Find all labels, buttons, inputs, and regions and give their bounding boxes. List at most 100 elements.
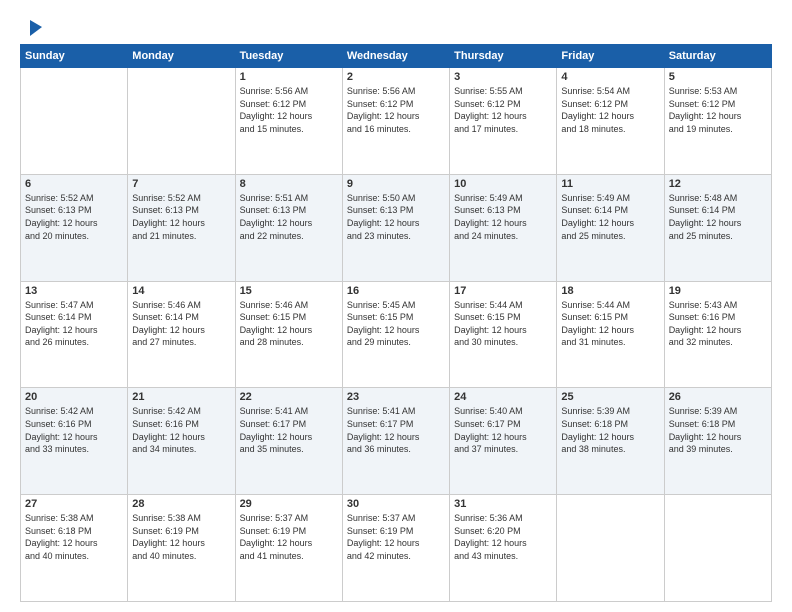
col-header-sunday: Sunday xyxy=(21,45,128,68)
calendar-cell xyxy=(128,68,235,175)
day-number: 3 xyxy=(454,71,552,83)
day-info: Sunrise: 5:48 AM Sunset: 6:14 PM Dayligh… xyxy=(669,192,767,242)
day-number: 25 xyxy=(561,391,659,403)
calendar-cell: 5 Sunrise: 5:53 AM Sunset: 6:12 PM Daylig… xyxy=(664,68,771,175)
day-info: Sunrise: 5:44 AM Sunset: 6:15 PM Dayligh… xyxy=(561,299,659,349)
day-info: Sunrise: 5:56 AM Sunset: 6:12 PM Dayligh… xyxy=(240,85,338,135)
calendar-cell: 4 Sunrise: 5:54 AM Sunset: 6:12 PM Daylig… xyxy=(557,68,664,175)
calendar-cell: 25 Sunrise: 5:39 AM Sunset: 6:18 PM Dayli… xyxy=(557,388,664,495)
calendar-cell: 12 Sunrise: 5:48 AM Sunset: 6:14 PM Dayli… xyxy=(664,174,771,281)
day-number: 28 xyxy=(132,498,230,510)
calendar-cell: 22 Sunrise: 5:41 AM Sunset: 6:17 PM Dayli… xyxy=(235,388,342,495)
day-number: 21 xyxy=(132,391,230,403)
day-info: Sunrise: 5:38 AM Sunset: 6:18 PM Dayligh… xyxy=(25,512,123,562)
day-number: 26 xyxy=(669,391,767,403)
calendar-cell: 10 Sunrise: 5:49 AM Sunset: 6:13 PM Dayli… xyxy=(450,174,557,281)
calendar-cell xyxy=(21,68,128,175)
day-number: 8 xyxy=(240,178,338,190)
calendar-cell: 26Sunrise: 5:39 AM Sunset: 6:18 PM Dayli… xyxy=(664,388,771,495)
day-info: Sunrise: 5:41 AM Sunset: 6:17 PM Dayligh… xyxy=(347,405,445,455)
calendar-cell: 28 Sunrise: 5:38 AM Sunset: 6:19 PM Dayli… xyxy=(128,495,235,602)
day-info: Sunrise: 5:53 AM Sunset: 6:12 PM Dayligh… xyxy=(669,85,767,135)
day-number: 11 xyxy=(561,178,659,190)
day-info: Sunrise: 5:56 AM Sunset: 6:12 PM Dayligh… xyxy=(347,85,445,135)
day-info: Sunrise: 5:49 AM Sunset: 6:13 PM Dayligh… xyxy=(454,192,552,242)
calendar-week-1: 1 Sunrise: 5:56 AM Sunset: 6:12 PM Daylig… xyxy=(21,68,772,175)
day-info: Sunrise: 5:46 AM Sunset: 6:15 PM Dayligh… xyxy=(240,299,338,349)
day-number: 23 xyxy=(347,391,445,403)
day-info: Sunrise: 5:52 AM Sunset: 6:13 PM Dayligh… xyxy=(25,192,123,242)
calendar-cell: 1 Sunrise: 5:56 AM Sunset: 6:12 PM Daylig… xyxy=(235,68,342,175)
day-number: 16 xyxy=(347,285,445,297)
calendar-cell xyxy=(557,495,664,602)
day-info: Sunrise: 5:46 AM Sunset: 6:14 PM Dayligh… xyxy=(132,299,230,349)
day-info: Sunrise: 5:37 AM Sunset: 6:19 PM Dayligh… xyxy=(240,512,338,562)
calendar-cell: 21 Sunrise: 5:42 AM Sunset: 6:16 PM Dayli… xyxy=(128,388,235,495)
calendar-cell: 18 Sunrise: 5:44 AM Sunset: 6:15 PM Dayli… xyxy=(557,281,664,388)
calendar-header-row: SundayMondayTuesdayWednesdayThursdayFrid… xyxy=(21,45,772,68)
calendar-cell: 27 Sunrise: 5:38 AM Sunset: 6:18 PM Dayli… xyxy=(21,495,128,602)
day-number: 27 xyxy=(25,498,123,510)
calendar-table: SundayMondayTuesdayWednesdayThursdayFrid… xyxy=(20,44,772,602)
calendar-cell: 19Sunrise: 5:43 AM Sunset: 6:16 PM Dayli… xyxy=(664,281,771,388)
calendar-cell: 24Sunrise: 5:40 AM Sunset: 6:17 PM Dayli… xyxy=(450,388,557,495)
calendar-cell: 9 Sunrise: 5:50 AM Sunset: 6:13 PM Daylig… xyxy=(342,174,449,281)
calendar-cell: 16 Sunrise: 5:45 AM Sunset: 6:15 PM Dayli… xyxy=(342,281,449,388)
calendar-cell: 31Sunrise: 5:36 AM Sunset: 6:20 PM Dayli… xyxy=(450,495,557,602)
day-info: Sunrise: 5:36 AM Sunset: 6:20 PM Dayligh… xyxy=(454,512,552,562)
day-info: Sunrise: 5:54 AM Sunset: 6:12 PM Dayligh… xyxy=(561,85,659,135)
header xyxy=(20,16,772,38)
day-info: Sunrise: 5:55 AM Sunset: 6:12 PM Dayligh… xyxy=(454,85,552,135)
day-info: Sunrise: 5:39 AM Sunset: 6:18 PM Dayligh… xyxy=(561,405,659,455)
col-header-saturday: Saturday xyxy=(664,45,771,68)
day-number: 22 xyxy=(240,391,338,403)
day-number: 13 xyxy=(25,285,123,297)
day-number: 10 xyxy=(454,178,552,190)
day-number: 6 xyxy=(25,178,123,190)
page: SundayMondayTuesdayWednesdayThursdayFrid… xyxy=(0,0,792,612)
calendar-week-4: 20 Sunrise: 5:42 AM Sunset: 6:16 PM Dayli… xyxy=(21,388,772,495)
day-number: 9 xyxy=(347,178,445,190)
day-info: Sunrise: 5:44 AM Sunset: 6:15 PM Dayligh… xyxy=(454,299,552,349)
day-number: 2 xyxy=(347,71,445,83)
day-info: Sunrise: 5:50 AM Sunset: 6:13 PM Dayligh… xyxy=(347,192,445,242)
day-info: Sunrise: 5:42 AM Sunset: 6:16 PM Dayligh… xyxy=(25,405,123,455)
calendar-cell: 11Sunrise: 5:49 AM Sunset: 6:14 PM Dayli… xyxy=(557,174,664,281)
col-header-friday: Friday xyxy=(557,45,664,68)
logo xyxy=(20,16,44,38)
logo-icon xyxy=(22,16,44,38)
day-number: 12 xyxy=(669,178,767,190)
day-info: Sunrise: 5:42 AM Sunset: 6:16 PM Dayligh… xyxy=(132,405,230,455)
calendar-cell: 7Sunrise: 5:52 AM Sunset: 6:13 PM Daylig… xyxy=(128,174,235,281)
calendar-cell: 15 Sunrise: 5:46 AM Sunset: 6:15 PM Dayli… xyxy=(235,281,342,388)
day-number: 17 xyxy=(454,285,552,297)
calendar-cell: 6 Sunrise: 5:52 AM Sunset: 6:13 PM Daylig… xyxy=(21,174,128,281)
calendar-week-5: 27 Sunrise: 5:38 AM Sunset: 6:18 PM Dayli… xyxy=(21,495,772,602)
calendar-cell: 13Sunrise: 5:47 AM Sunset: 6:14 PM Dayli… xyxy=(21,281,128,388)
day-number: 30 xyxy=(347,498,445,510)
day-info: Sunrise: 5:41 AM Sunset: 6:17 PM Dayligh… xyxy=(240,405,338,455)
day-number: 5 xyxy=(669,71,767,83)
day-info: Sunrise: 5:43 AM Sunset: 6:16 PM Dayligh… xyxy=(669,299,767,349)
day-number: 1 xyxy=(240,71,338,83)
day-number: 18 xyxy=(561,285,659,297)
day-number: 15 xyxy=(240,285,338,297)
calendar-cell: 23 Sunrise: 5:41 AM Sunset: 6:17 PM Dayli… xyxy=(342,388,449,495)
day-info: Sunrise: 5:52 AM Sunset: 6:13 PM Dayligh… xyxy=(132,192,230,242)
col-header-monday: Monday xyxy=(128,45,235,68)
col-header-wednesday: Wednesday xyxy=(342,45,449,68)
calendar-cell: 2 Sunrise: 5:56 AM Sunset: 6:12 PM Daylig… xyxy=(342,68,449,175)
day-number: 4 xyxy=(561,71,659,83)
day-number: 29 xyxy=(240,498,338,510)
calendar-cell: 3 Sunrise: 5:55 AM Sunset: 6:12 PM Daylig… xyxy=(450,68,557,175)
day-info: Sunrise: 5:40 AM Sunset: 6:17 PM Dayligh… xyxy=(454,405,552,455)
col-header-tuesday: Tuesday xyxy=(235,45,342,68)
calendar-cell: 30Sunrise: 5:37 AM Sunset: 6:19 PM Dayli… xyxy=(342,495,449,602)
calendar-cell: 14Sunrise: 5:46 AM Sunset: 6:14 PM Dayli… xyxy=(128,281,235,388)
day-number: 20 xyxy=(25,391,123,403)
calendar-week-2: 6 Sunrise: 5:52 AM Sunset: 6:13 PM Daylig… xyxy=(21,174,772,281)
calendar-cell xyxy=(664,495,771,602)
day-info: Sunrise: 5:38 AM Sunset: 6:19 PM Dayligh… xyxy=(132,512,230,562)
calendar-week-3: 13Sunrise: 5:47 AM Sunset: 6:14 PM Dayli… xyxy=(21,281,772,388)
day-info: Sunrise: 5:45 AM Sunset: 6:15 PM Dayligh… xyxy=(347,299,445,349)
